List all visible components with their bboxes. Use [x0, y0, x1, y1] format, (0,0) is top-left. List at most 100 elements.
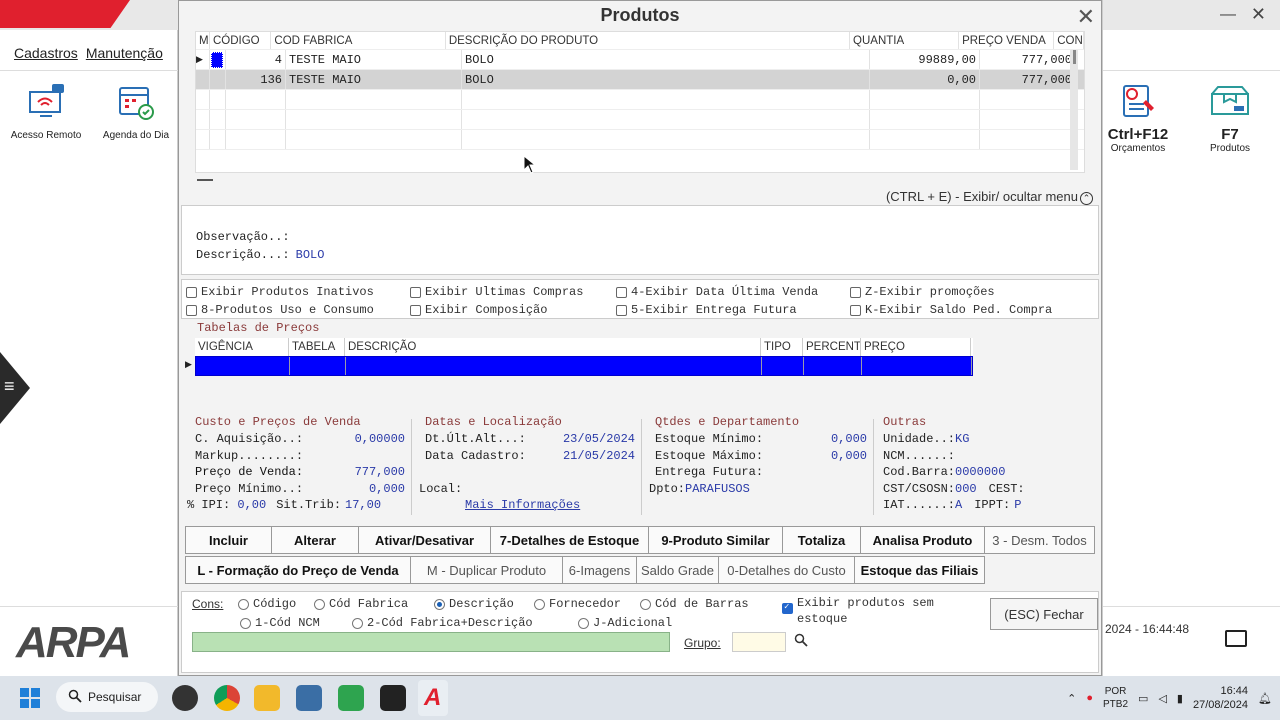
header-tipo[interactable]: TIPO [761, 338, 803, 356]
detalhes-custo-button[interactable]: 0-Detalhes do Custo [719, 556, 855, 584]
menu-cadastros[interactable]: Cadastros [14, 45, 78, 61]
option-saldo-ped-compra[interactable]: K-Exibir Saldo Ped. Compra [850, 303, 1052, 317]
chrome-icon[interactable] [214, 685, 240, 711]
mais-informacoes-link[interactable]: Mais Informações [465, 498, 580, 512]
checkbox[interactable] [850, 286, 861, 298]
grid-scrollbar[interactable] [1070, 50, 1078, 170]
option-entrega-futura[interactable]: 5-Exibir Entrega Futura [616, 303, 797, 317]
search-mode-descricao[interactable]: Descrição [434, 597, 514, 611]
radio[interactable] [314, 598, 325, 610]
search-mode-cod-fabrica[interactable]: Cód Fabrica [314, 597, 408, 611]
shortcut-orcamentos[interactable]: Ctrl+F12 Orçamentos [1103, 80, 1173, 154]
grid-resize-handle[interactable] [197, 179, 213, 181]
close-icon[interactable]: ✕ [1251, 4, 1266, 25]
checkbox[interactable] [616, 286, 627, 298]
row-mark[interactable] [210, 50, 226, 69]
price-table-row[interactable] [195, 356, 973, 376]
arpa-app-icon[interactable]: A [418, 680, 448, 716]
analisa-produto-button[interactable]: Analisa Produto [861, 526, 985, 554]
search-input[interactable] [192, 632, 670, 652]
header-preco[interactable]: PREÇO [861, 338, 971, 356]
radio[interactable] [240, 617, 251, 629]
shortcut-produtos[interactable]: F7 Produtos [1195, 80, 1265, 154]
radio[interactable] [534, 598, 545, 610]
produto-similar-button[interactable]: 9-Produto Similar [649, 526, 783, 554]
search-mode-adicional[interactable]: J-Adicional [578, 616, 672, 630]
header-percentual[interactable]: PERCENTI [803, 338, 861, 356]
close-icon[interactable]: ✕ [1077, 3, 1095, 31]
checkbox[interactable] [410, 286, 421, 298]
menu-toggle-hint[interactable]: (CTRL + E) - Exibir/ ocultar menu ⌃ [886, 189, 1093, 205]
clock[interactable]: 16:44 27/08/2024 [1193, 684, 1248, 712]
formacao-preco-button[interactable]: L - Formação do Preço de Venda [185, 556, 411, 584]
grid-header-cod-fabrica[interactable]: COD FABRICA [271, 32, 446, 49]
battery-icon[interactable]: ▮ [1177, 692, 1183, 705]
volume-icon[interactable]: ◁ [1158, 692, 1166, 705]
table-row[interactable]: ▶ 4 TESTE MAIO BOLO 99889,00 777,000 [196, 50, 1084, 70]
table-row[interactable]: 136 TESTE MAIO BOLO 0,00 777,000 [196, 70, 1084, 90]
chevron-up-icon[interactable]: ⌃ [1080, 192, 1093, 205]
checkbox[interactable] [616, 304, 627, 316]
option-composicao[interactable]: Exibir Composição [410, 303, 547, 317]
evernote-icon[interactable] [338, 685, 364, 711]
detalhes-estoque-button[interactable]: 7-Detalhes de Estoque [491, 526, 649, 554]
chat-icon[interactable] [1225, 630, 1247, 647]
header-tabela[interactable]: TABELA [289, 338, 345, 356]
row-mark[interactable] [210, 70, 226, 89]
search-mode-codigo[interactable]: Código [238, 597, 296, 611]
search-mode-fabrica-descricao[interactable]: 2-Cód Fabrica+Descrição [352, 616, 533, 630]
header-descricao[interactable]: DESCRIÇÃO [345, 338, 761, 356]
desmarcar-todos-button[interactable]: 3 - Desm. Todos [985, 526, 1095, 554]
checkbox-checked[interactable] [782, 602, 793, 614]
option-uso-consumo[interactable]: 8-Produtos Uso e Consumo [186, 303, 374, 317]
price-tables-grid[interactable]: VIGÊNCIA TABELA DESCRIÇÃO TIPO PERCENTI … [195, 338, 973, 376]
side-menu-toggle[interactable]: ≡ [0, 352, 30, 424]
radio-selected[interactable] [434, 598, 445, 610]
totaliza-button[interactable]: Totaliza [783, 526, 861, 554]
option-data-ultima-venda[interactable]: 4-Exibir Data Última Venda [616, 285, 818, 299]
imagens-button[interactable]: 6-Imagens [563, 556, 637, 584]
folder-icon[interactable] [254, 685, 280, 711]
windows-start-icon[interactable] [20, 688, 40, 711]
minimize-icon[interactable]: — [1220, 6, 1236, 24]
radio[interactable] [578, 617, 589, 629]
scrollbar-thumb[interactable] [1072, 50, 1076, 64]
option-ultimas-compras[interactable]: Exibir Ultimas Compras [410, 285, 583, 299]
radio[interactable] [352, 617, 363, 629]
checkbox[interactable] [850, 304, 861, 316]
search-mode-cod-barras[interactable]: Cód de Barras [640, 597, 749, 611]
incluir-button[interactable]: Incluir [185, 526, 272, 554]
grid-header-con[interactable]: CON [1054, 32, 1084, 49]
option-promocoes[interactable]: Z-Exibir promoções [850, 285, 995, 299]
display-icon[interactable]: ▭ [1138, 692, 1148, 705]
option-sem-estoque[interactable]: Exibir produtos semestoque [782, 595, 934, 627]
grid-header-m[interactable]: M [196, 32, 210, 49]
radio[interactable] [640, 598, 651, 610]
checkbox[interactable] [186, 286, 197, 298]
checkbox[interactable] [410, 304, 421, 316]
obs-icon[interactable] [172, 685, 198, 711]
option-exibir-inativos[interactable]: Exibir Produtos Inativos [186, 285, 374, 299]
microphone-icon[interactable]: ● [1086, 692, 1093, 704]
shortcut-agenda-do-dia[interactable]: Agenda do Dia [96, 80, 176, 141]
grid-header-descricao[interactable]: DESCRIÇÃO DO PRODUTO [446, 32, 851, 49]
notepad-icon[interactable] [296, 685, 322, 711]
alterar-button[interactable]: Alterar [272, 526, 359, 554]
menu-manutencao[interactable]: Manutenção [86, 45, 163, 61]
taskbar-search[interactable]: Pesquisar [56, 682, 158, 712]
checkbox[interactable] [186, 304, 197, 316]
header-vigencia[interactable]: VIGÊNCIA [195, 338, 289, 356]
notification-bell-icon[interactable]: 🔔︎ [1258, 692, 1272, 705]
duplicar-produto-button[interactable]: M - Duplicar Produto [411, 556, 563, 584]
sticky-notes-icon[interactable] [380, 685, 406, 711]
search-mode-fornecedor[interactable]: Fornecedor [534, 597, 621, 611]
products-grid[interactable]: M CÓDIGO COD FABRICA DESCRIÇÃO DO PRODUT… [195, 31, 1085, 173]
ativar-desativar-button[interactable]: Ativar/Desativar [359, 526, 491, 554]
grupo-input[interactable] [732, 632, 786, 652]
grid-header-preco-venda[interactable]: PREÇO VENDA [959, 32, 1055, 49]
saldo-grade-button[interactable]: Saldo Grade [637, 556, 719, 584]
search-icon[interactable] [794, 633, 808, 650]
language-indicator[interactable]: POR PTB2 [1103, 685, 1128, 711]
radio[interactable] [238, 598, 249, 610]
search-mode-ncm[interactable]: 1-Cód NCM [240, 616, 320, 630]
